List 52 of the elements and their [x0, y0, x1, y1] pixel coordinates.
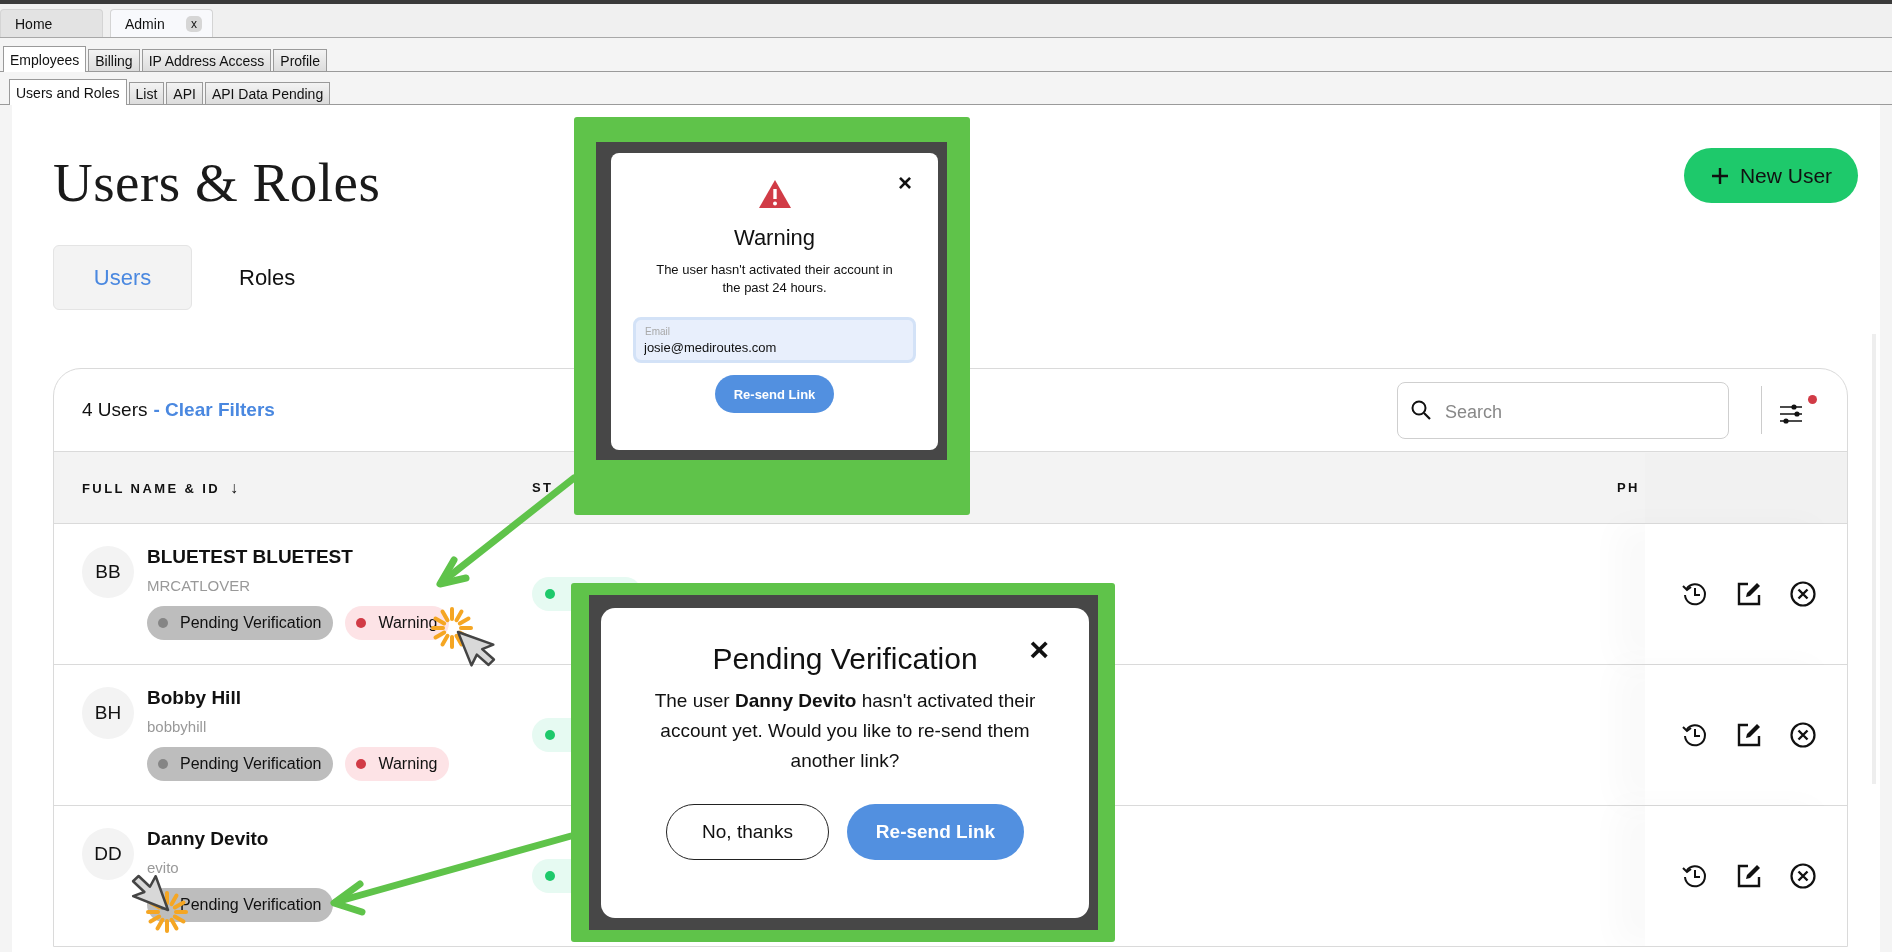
tab[interactable]: Employees — [3, 46, 87, 72]
avatar: DD — [82, 828, 134, 881]
plus-icon — [1709, 165, 1730, 186]
sort-arrow[interactable]: ↓ — [230, 478, 239, 496]
avatar: BB — [82, 546, 134, 599]
remove-icon[interactable] — [1789, 862, 1817, 891]
user-id: MRCATLOVER — [147, 577, 252, 595]
tab[interactable]: Billing — [88, 49, 140, 71]
field-label: Email — [645, 326, 670, 337]
user-name: Bobby Hill — [147, 687, 242, 710]
close-button[interactable]: × — [1029, 632, 1049, 666]
tab[interactable]: API Data Pending — [204, 82, 331, 104]
filter-sliders-icon[interactable] — [1779, 403, 1805, 426]
browser-tab[interactable]: Home — [0, 9, 103, 37]
tab-label: Admin — [125, 15, 165, 32]
search-field[interactable]: Search — [1397, 381, 1729, 439]
cursor-icon — [131, 874, 170, 912]
dialog-title: Pending Verification — [712, 642, 978, 676]
warning-icon — [757, 179, 792, 209]
remove-icon[interactable] — [1789, 721, 1817, 750]
user-name: BLUETEST BLUETEST — [147, 546, 354, 569]
tab[interactable]: List — [128, 82, 165, 104]
user-id: bobbyhill — [147, 718, 208, 736]
user-count: 4 Users — [82, 399, 148, 421]
status-tag[interactable]: Pending Verification — [147, 747, 334, 782]
column-header[interactable]: FULL NAME & ID — [82, 480, 221, 496]
tab[interactable]: Users and Roles — [9, 79, 127, 105]
dialog-title: Warning — [733, 225, 816, 251]
user-name: Danny Devito — [147, 828, 270, 851]
user-id: evito — [147, 859, 180, 877]
view-tab[interactable]: Roles — [192, 264, 296, 291]
close-button[interactable]: × — [898, 169, 912, 197]
column-header[interactable]: PH — [1617, 480, 1640, 496]
search-icon — [1410, 398, 1432, 421]
clear-filters-link[interactable]: - Clear Filters — [153, 399, 275, 421]
cancel-button[interactable]: No, thanks — [666, 804, 829, 860]
tab[interactable]: API — [166, 82, 203, 104]
dialog-message: The user hasn't activated their account in the past 24 hours. — [655, 261, 894, 297]
status-tag[interactable]: Pending Verification — [147, 606, 334, 641]
dialog-message: The user Danny Devito hasn't activated their account yet. Would you like to re-send them another link? — [653, 689, 1037, 773]
tab[interactable]: IP Address Access — [141, 49, 272, 71]
remove-icon[interactable] — [1789, 580, 1817, 609]
status-tag[interactable]: Warning — [345, 606, 450, 641]
new-user-button[interactable]: New User — [1684, 148, 1858, 203]
column-header[interactable]: ST — [532, 480, 554, 496]
page-title: Users & Roles — [53, 151, 381, 215]
browser-tab[interactable]: Admin x — [110, 9, 213, 37]
status-tag[interactable]: Warning — [345, 747, 450, 782]
tab-label: Home — [15, 15, 53, 32]
avatar: BH — [82, 687, 134, 740]
tab[interactable]: Profile — [273, 49, 327, 71]
close-tab-button[interactable]: x — [186, 15, 202, 32]
